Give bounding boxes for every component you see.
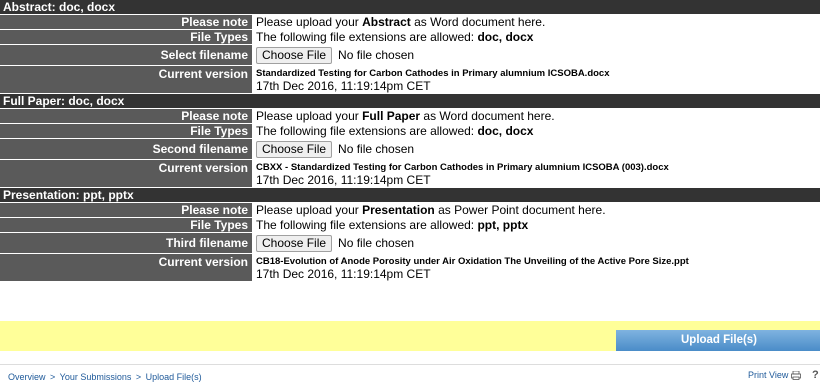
no-file-text: No file chosen bbox=[338, 142, 415, 156]
note-value: Please upload your Full Paper as Word do… bbox=[252, 109, 820, 123]
file-types-value: The following file extensions are allowe… bbox=[252, 30, 820, 44]
section-title: Presentation: ppt, pptx bbox=[0, 188, 820, 203]
section-full-paper: Full Paper: doc, docx Please note Please… bbox=[0, 94, 820, 188]
file-types-label: File Types bbox=[0, 30, 252, 44]
current-version-row: Current version Standardized Testing for… bbox=[0, 66, 820, 94]
file-types-row: File Types The following file extensions… bbox=[0, 218, 820, 233]
section-abstract: Abstract: doc, docx Please note Please u… bbox=[0, 0, 820, 94]
section-title: Full Paper: doc, docx bbox=[0, 94, 820, 109]
types-text-strong: doc, docx bbox=[477, 30, 534, 44]
help-icon[interactable]: ? bbox=[812, 369, 819, 381]
current-version-value: CB18-Evolution of Anode Porosity under A… bbox=[252, 254, 820, 281]
note-row: Please note Please upload your Full Pape… bbox=[0, 109, 820, 124]
file-types-value: The following file extensions are allowe… bbox=[252, 124, 820, 138]
note-row: Please note Please upload your Abstract … bbox=[0, 15, 820, 30]
types-text-strong: doc, docx bbox=[477, 124, 534, 138]
current-version-label: Current version bbox=[0, 254, 252, 281]
breadcrumb-your-submissions[interactable]: Your Submissions bbox=[60, 372, 132, 382]
file-select-value: Choose File No file chosen bbox=[252, 139, 820, 159]
file-types-label: File Types bbox=[0, 124, 252, 138]
choose-file-button[interactable]: Choose File bbox=[256, 140, 333, 158]
current-version-label: Current version bbox=[0, 66, 252, 93]
note-text-post: as Word document here. bbox=[410, 15, 546, 29]
current-version-value: CBXX - Standardized Testing for Carbon C… bbox=[252, 160, 820, 187]
note-label: Please note bbox=[0, 109, 252, 123]
note-text-pre: Please upload your bbox=[256, 203, 363, 217]
file-select-row: Third filename Choose File No file chose… bbox=[0, 233, 820, 254]
no-file-text: No file chosen bbox=[338, 48, 415, 62]
file-select-row: Select filename Choose File No file chos… bbox=[0, 45, 820, 66]
note-row: Please note Please upload your Presentat… bbox=[0, 203, 820, 218]
breadcrumb: Overview > Your Submissions > Upload Fil… bbox=[8, 372, 202, 382]
note-text-strong: Abstract bbox=[362, 15, 411, 29]
file-types-label: File Types bbox=[0, 218, 252, 232]
file-select-label: Select filename bbox=[0, 45, 252, 65]
section-title: Abstract: doc, docx bbox=[0, 0, 820, 15]
section-presentation: Presentation: ppt, pptx Please note Plea… bbox=[0, 188, 820, 282]
types-text-pre: The following file extensions are allowe… bbox=[256, 124, 478, 138]
note-value: Please upload your Presentation as Power… bbox=[252, 203, 820, 217]
file-types-row: File Types The following file extensions… bbox=[0, 124, 820, 139]
breadcrumb-separator: > bbox=[50, 372, 56, 382]
note-text-post: as Word document here. bbox=[420, 109, 555, 123]
file-select-value: Choose File No file chosen bbox=[252, 45, 820, 65]
current-version-label: Current version bbox=[0, 160, 252, 187]
note-text-strong: Full Paper bbox=[362, 109, 421, 123]
note-text-pre: Please upload your bbox=[256, 15, 363, 29]
file-types-value: The following file extensions are allowe… bbox=[252, 218, 820, 232]
note-label: Please note bbox=[0, 15, 252, 29]
types-text-pre: The following file extensions are allowe… bbox=[256, 30, 478, 44]
print-view-link[interactable]: Print View bbox=[748, 370, 802, 380]
printer-icon bbox=[791, 370, 802, 380]
current-version-row: Current version CBXX - Standardized Test… bbox=[0, 160, 820, 188]
note-value: Please upload your Abstract as Word docu… bbox=[252, 15, 820, 29]
breadcrumb-upload-files: Upload File(s) bbox=[145, 372, 202, 382]
file-types-row: File Types The following file extensions… bbox=[0, 30, 820, 45]
choose-file-button[interactable]: Choose File bbox=[256, 46, 333, 64]
print-view-label: Print View bbox=[748, 370, 789, 380]
types-text-strong: ppt, pptx bbox=[477, 218, 529, 232]
note-text-post: as Power Point document here. bbox=[434, 203, 606, 217]
file-select-label: Second filename bbox=[0, 139, 252, 159]
breadcrumb-separator: > bbox=[135, 372, 142, 382]
breadcrumb-overview[interactable]: Overview bbox=[8, 372, 46, 382]
file-select-value: Choose File No file chosen bbox=[252, 233, 820, 253]
no-file-text: No file chosen bbox=[338, 236, 415, 250]
current-file-date: 17th Dec 2016, 11:19:14pm CET bbox=[256, 267, 431, 281]
upload-form: Abstract: doc, docx Please note Please u… bbox=[0, 0, 820, 282]
file-select-label: Third filename bbox=[0, 233, 252, 253]
footer-divider bbox=[0, 364, 820, 365]
current-version-row: Current version CB18-Evolution of Anode … bbox=[0, 254, 820, 282]
types-text-pre: The following file extensions are allowe… bbox=[256, 218, 478, 232]
note-text-strong: Presentation bbox=[362, 203, 435, 217]
choose-file-button[interactable]: Choose File bbox=[256, 234, 333, 252]
current-file-date: 17th Dec 2016, 11:19:14pm CET bbox=[256, 79, 431, 93]
current-version-value: Standardized Testing for Carbon Cathodes… bbox=[252, 66, 820, 93]
note-text-pre: Please upload your bbox=[256, 109, 363, 123]
upload-files-button[interactable]: Upload File(s) bbox=[616, 330, 820, 351]
note-label: Please note bbox=[0, 203, 252, 217]
file-select-row: Second filename Choose File No file chos… bbox=[0, 139, 820, 160]
current-file-date: 17th Dec 2016, 11:19:14pm CET bbox=[256, 173, 431, 187]
